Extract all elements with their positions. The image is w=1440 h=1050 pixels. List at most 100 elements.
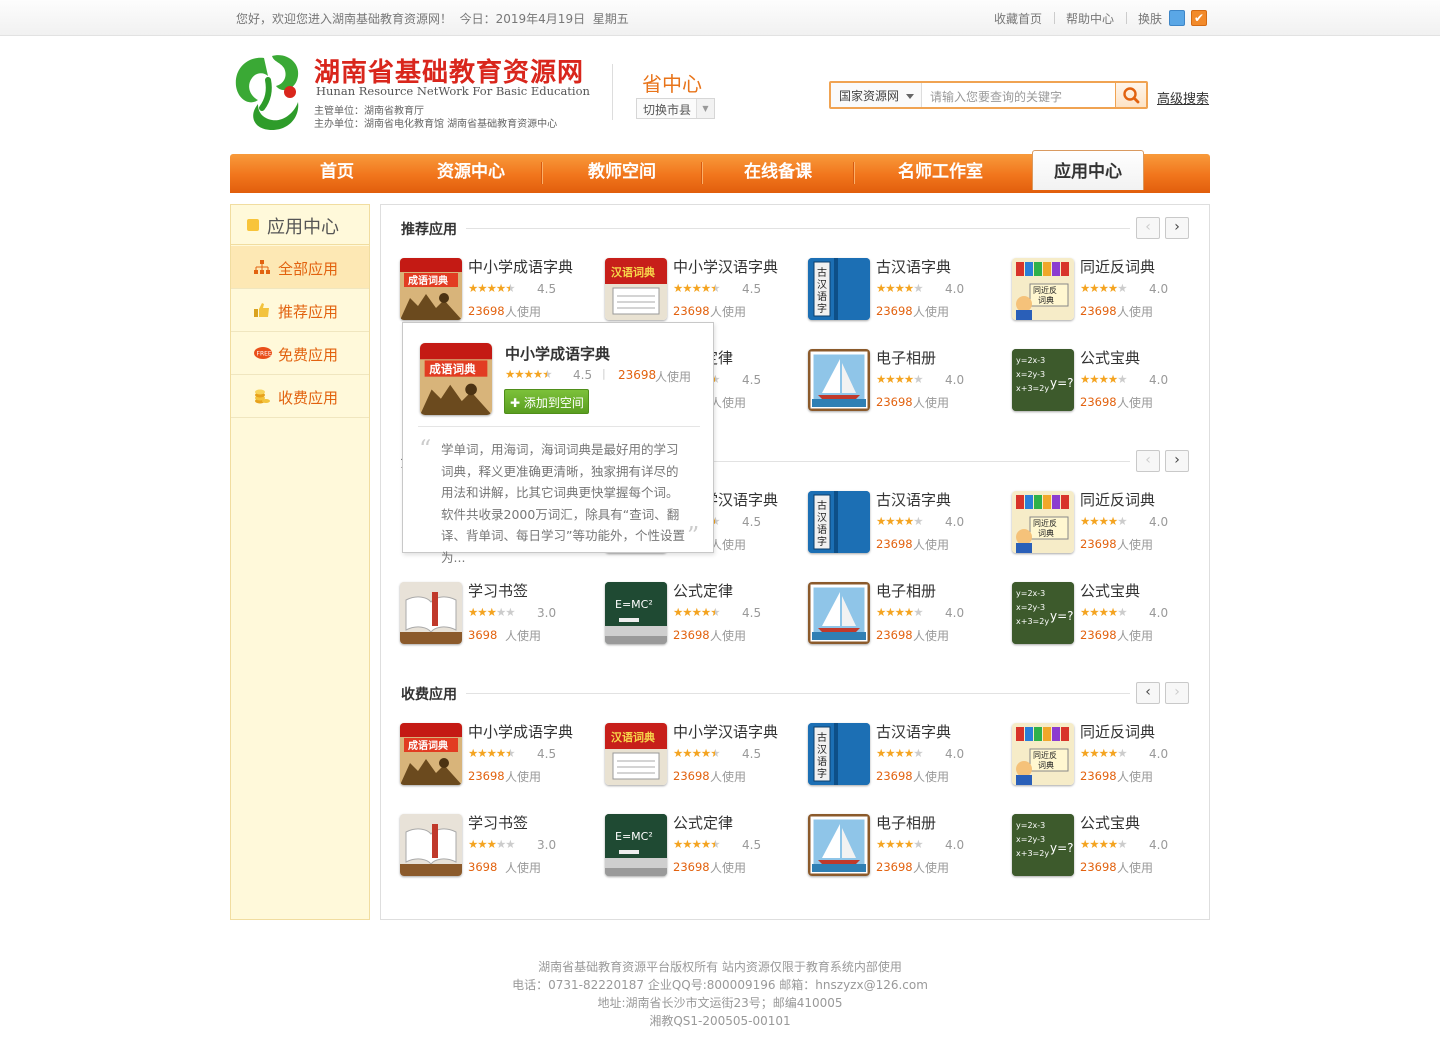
prev-page-button[interactable]: ‹ (1136, 682, 1160, 704)
app-card[interactable]: 同近反 词典 同近反词典 ★★★★★ 4.0 23698 人使用 (1012, 491, 1202, 555)
app-card[interactable]: 同近反 词典 同近反词典 ★★★★★ 4.0 23698 人使用 (1012, 723, 1202, 787)
nav-item-5[interactable]: 应用中心 (1032, 150, 1144, 190)
section-title: 推荐应用 (401, 222, 457, 238)
app-card[interactable]: 成语词典 中小学成语字典 ★★★★★ 4.5 23698 人使用 (400, 258, 590, 322)
organizer-line: 主办单位：湖南省电化教育馆 湖南省基础教育资源中心 (314, 119, 558, 130)
app-icon-idiom-dict[interactable]: 成语词典 (420, 343, 492, 415)
app-name[interactable]: 公式宝典 (1080, 812, 1140, 833)
sidebar-item-0[interactable]: 全部应用 (231, 246, 369, 289)
app-card[interactable]: 电子相册 ★★★★★ 4.0 23698 人使用 (808, 349, 998, 413)
skin-orange-swatch-check-icon[interactable]: ✔ (1191, 10, 1207, 26)
next-page-button[interactable]: › (1165, 682, 1189, 704)
app-name[interactable]: 同近反词典 (1080, 721, 1155, 742)
app-card[interactable]: 汉语词典 中小学汉语字典 ★★★★★ 4.5 23698人使用 (605, 723, 795, 787)
add-to-space-button[interactable]: ✚ 添加到空间 (504, 389, 589, 414)
app-icon-formula-book[interactable]: y=2x-3 x=2y-3 x+3=2y y=? (1012, 814, 1074, 876)
svg-text:成语词典: 成语词典 (408, 739, 448, 752)
search-icon (1123, 87, 1140, 104)
nav-item-0[interactable]: 首页 (282, 154, 392, 193)
app-icon-chinese-dict[interactable]: 汉语词典 (605, 258, 667, 320)
prev-page-button[interactable]: ‹ (1136, 450, 1160, 472)
app-card[interactable]: y=2x-3 x=2y-3 x+3=2y y=? 公式宝典 ★★★★★ 4.0 23698 人使… (1012, 814, 1202, 878)
app-icon-synonym-dict[interactable]: 同近反 词典 (1012, 723, 1074, 785)
favorite-link[interactable]: 收藏首页 (994, 10, 1042, 27)
prev-page-button[interactable]: ‹ (1136, 217, 1160, 239)
app-icon-formula-book[interactable]: y=2x-3 x=2y-3 x+3=2y y=? (1012, 349, 1074, 411)
search-button[interactable] (1115, 83, 1146, 107)
app-card[interactable]: E=MC² 公式定律 ★★★★★ 4.5 23698人使用 (605, 582, 795, 646)
app-icon-synonym-dict[interactable]: 同近反 词典 (1012, 258, 1074, 320)
app-icon-photo-album[interactable] (808, 582, 870, 644)
skin-blue-swatch[interactable] (1169, 10, 1185, 26)
app-icon-bookmark[interactable] (400, 582, 462, 644)
app-icon-idiom-dict[interactable]: 成语词典 (400, 723, 462, 785)
app-name[interactable]: 古汉语字典 (876, 256, 951, 277)
app-icon-idiom-dict[interactable]: 成语词典 (400, 258, 462, 320)
app-icon-ancient-dict[interactable]: 古汉语字 (808, 491, 870, 553)
app-name[interactable]: 中小学汉语字典 (673, 721, 778, 742)
app-name[interactable]: 公式宝典 (1080, 580, 1140, 601)
sidebar-item-1[interactable]: 推荐应用 (231, 289, 369, 332)
app-icon-ancient-dict[interactable]: 古汉语字 (808, 258, 870, 320)
nav-item-2[interactable]: 教师空间 (542, 154, 702, 193)
app-icon-chinese-dict[interactable]: 汉语词典 (605, 723, 667, 785)
app-card[interactable]: 汉语词典 中小学汉语字典 ★★★★★ 4.5 23698人使用 (605, 258, 795, 322)
app-card[interactable]: E=MC² 公式定律 ★★★★★ 4.5 23698人使用 (605, 814, 795, 878)
sidebar-item-3[interactable]: 收费应用 (231, 375, 369, 418)
nav-item-1[interactable]: 资源中心 (400, 154, 542, 193)
rating-stars: ★★★★★ (1080, 837, 1128, 851)
app-icon-synonym-dict[interactable]: 同近反 词典 (1012, 491, 1074, 553)
help-link[interactable]: 帮助中心 (1066, 10, 1114, 27)
sidebar: 应用中心 全部应用 推荐应用 FREE 免费应用 收费应用 (230, 204, 370, 920)
svg-text:y=2x-3: y=2x-3 (1016, 356, 1045, 365)
app-icon-photo-album[interactable] (808, 349, 870, 411)
app-name[interactable]: 电子相册 (876, 580, 936, 601)
app-icon-formula-book[interactable]: y=2x-3 x=2y-3 x+3=2y y=? (1012, 582, 1074, 644)
app-name[interactable]: 公式宝典 (1080, 347, 1140, 368)
app-card[interactable]: 电子相册 ★★★★★ 4.0 23698 人使用 (808, 582, 998, 646)
app-card[interactable]: 古汉语字古汉语字典 ★★★★★ 4.0 23698 人使用 (808, 258, 998, 322)
app-name[interactable]: 古汉语字典 (876, 721, 951, 742)
sidebar-item-2[interactable]: FREE 免费应用 (231, 332, 369, 375)
app-card[interactable]: 学习书签 ★★★★★ 3.0 3698 人使用 (400, 582, 590, 646)
app-name[interactable]: 公式定律 (673, 580, 733, 601)
app-name[interactable]: 中小学成语字典 (468, 721, 573, 742)
app-card[interactable]: 成语词典 中小学成语字典 ★★★★★ 4.5 23698 人使用 (400, 723, 590, 787)
app-name[interactable]: 同近反词典 (1080, 256, 1155, 277)
app-name[interactable]: 中小学汉语字典 (673, 256, 778, 277)
app-name[interactable]: 学习书签 (468, 580, 528, 601)
app-icon-bookmark[interactable] (400, 814, 462, 876)
app-name[interactable]: 同近反词典 (1080, 489, 1155, 510)
nav-item-3[interactable]: 在线备课 (702, 154, 854, 193)
app-card[interactable]: 学习书签 ★★★★★ 3.0 3698 人使用 (400, 814, 590, 878)
app-name[interactable]: 学习书签 (468, 812, 528, 833)
app-name[interactable]: 古汉语字典 (876, 489, 951, 510)
app-icon-photo-album[interactable] (808, 814, 870, 876)
next-page-button[interactable]: › (1165, 450, 1189, 472)
svg-text:汉: 汉 (817, 512, 827, 524)
app-card[interactable]: 古汉语字古汉语字典 ★★★★★ 4.0 23698 人使用 (808, 723, 998, 787)
app-icon-ancient-dict[interactable]: 古汉语字 (808, 723, 870, 785)
app-name[interactable]: 电子相册 (876, 347, 936, 368)
next-page-button[interactable]: › (1165, 217, 1189, 239)
popup-app-name[interactable]: 中小学成语字典 (505, 343, 610, 364)
app-name[interactable]: 电子相册 (876, 812, 936, 833)
app-card[interactable]: 电子相册 ★★★★★ 4.0 23698 人使用 (808, 814, 998, 878)
app-card[interactable]: 同近反 词典 同近反词典 ★★★★★ 4.0 23698 人使用 (1012, 258, 1202, 322)
app-icon-formula-law[interactable]: E=MC² (605, 582, 667, 644)
sidebar-item-label: 全部应用 (278, 260, 339, 278)
search-input[interactable]: 请输入您要查询的关键字 (930, 88, 1062, 105)
app-name[interactable]: 中小学成语字典 (468, 256, 573, 277)
nav-item-4[interactable]: 名师工作室 (848, 154, 1033, 193)
thumbs-up-icon (254, 303, 270, 317)
search-category-select[interactable]: 国家资源网 (831, 83, 922, 107)
app-card[interactable]: 古汉语字古汉语字典 ★★★★★ 4.0 23698 人使用 (808, 491, 998, 555)
advanced-search-link[interactable]: 高级搜索 (1157, 88, 1209, 107)
app-card[interactable]: y=2x-3 x=2y-3 x+3=2y y=? 公式宝典 ★★★★★ 4.0 23698 人使… (1012, 349, 1202, 413)
usage-count: 23698 (673, 769, 710, 783)
app-card[interactable]: y=2x-3 x=2y-3 x+3=2y y=? 公式宝典 ★★★★★ 4.0 23698 人使… (1012, 582, 1202, 646)
app-name[interactable]: 公式定律 (673, 812, 733, 833)
section-title: 收费应用 (401, 687, 457, 703)
city-switch-select[interactable]: 切换市县 ▼ (636, 98, 715, 119)
app-icon-formula-law[interactable]: E=MC² (605, 814, 667, 876)
